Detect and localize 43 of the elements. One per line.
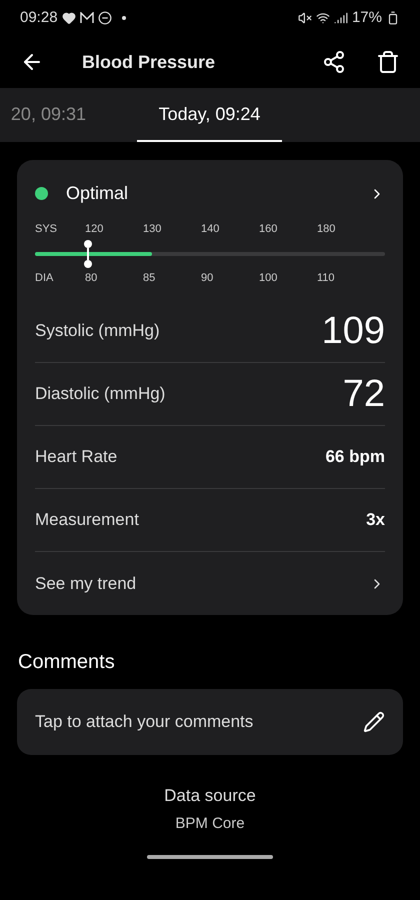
tick-label: 110 xyxy=(317,270,336,286)
do-not-disturb-icon xyxy=(98,11,112,25)
wifi-icon xyxy=(316,11,330,25)
tick-label: 100 xyxy=(259,270,278,286)
tick-label: 90 xyxy=(201,270,214,286)
status-time: 09:28 xyxy=(20,8,58,28)
tick-label: 180 xyxy=(317,222,336,237)
comments-heading: Comments xyxy=(18,650,116,675)
measure-value: 66 bpm xyxy=(325,446,385,468)
tick-label: 160 xyxy=(259,222,278,237)
trend-link[interactable]: See my trend xyxy=(35,552,385,615)
sys-label: SYS xyxy=(35,222,58,237)
status-row[interactable]: Optimal xyxy=(35,180,385,207)
measure-label: Heart Rate xyxy=(35,446,118,468)
measure-label: Measurement xyxy=(35,509,139,532)
comment-field[interactable]: Tap to attach your comments xyxy=(17,689,403,755)
edit-icon xyxy=(363,711,385,733)
tick-label: 85 xyxy=(143,270,156,286)
screen-title: Blood Pressure xyxy=(82,50,216,74)
signal-icon xyxy=(334,11,348,25)
date-tab[interactable]: Today, 09:24 xyxy=(137,88,282,142)
share-button[interactable] xyxy=(322,50,346,74)
measure-value: 109 xyxy=(322,308,385,354)
mail-icon xyxy=(80,12,94,24)
dia-label: DIA xyxy=(35,270,54,286)
tick-label: 120 xyxy=(85,222,104,237)
data-source-value: BPM Core xyxy=(175,814,245,834)
delete-button[interactable] xyxy=(376,50,400,74)
tick-label: 80 xyxy=(85,270,98,286)
tick-label: 130 xyxy=(143,222,162,237)
battery-level: 17% xyxy=(352,8,382,28)
date-tab[interactable]: 20, 09:31 xyxy=(0,88,100,142)
measure-value: 72 xyxy=(342,372,385,416)
tick-label: 140 xyxy=(201,222,220,237)
measure-label: Diastolic (mmHg) xyxy=(35,383,166,406)
measure-label: Systolic (mmHg) xyxy=(35,320,160,342)
data-source-label: Data source xyxy=(164,785,256,807)
battery-icon xyxy=(386,11,400,25)
comment-input[interactable]: Tap to attach your comments xyxy=(35,709,335,735)
mute-icon xyxy=(298,11,312,25)
heart-icon xyxy=(62,11,76,25)
measure-value: 3x xyxy=(366,509,385,532)
reading-marker xyxy=(84,240,92,268)
